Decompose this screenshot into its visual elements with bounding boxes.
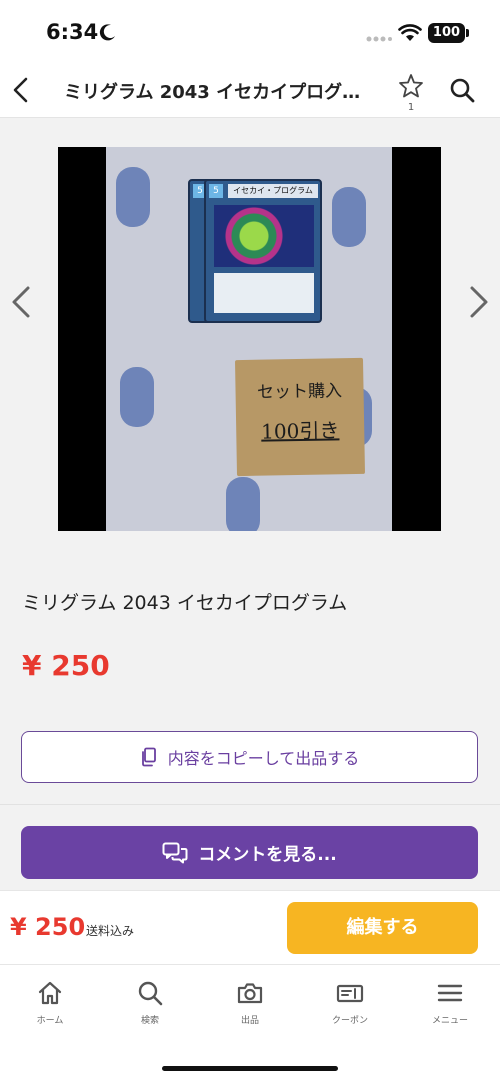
status-time: 6:34: [46, 20, 99, 44]
chat-bubbles-icon: [162, 842, 188, 863]
copy-icon: [141, 747, 156, 767]
star-icon: [399, 74, 423, 98]
battery-tip: [466, 29, 469, 37]
section-divider: [0, 804, 500, 805]
card-text-box: [214, 273, 314, 313]
tab-menu[interactable]: メニュー: [400, 979, 500, 1039]
photo-decoration: [116, 167, 150, 227]
tab-sell[interactable]: 出品: [200, 979, 300, 1039]
tab-search[interactable]: 検索: [100, 979, 200, 1039]
gallery-prev-button[interactable]: [8, 282, 34, 322]
card-artwork: [214, 205, 314, 267]
tab-home[interactable]: ホーム: [0, 979, 100, 1039]
bottom-tab-bar: ホーム 検索 出品 クーポン メニュー: [0, 964, 500, 1080]
battery-indicator: 100: [428, 23, 465, 43]
tab-label: クーポン: [331, 1016, 368, 1026]
copy-listing-label: 内容をコピーして出品する: [167, 749, 360, 768]
photo-decoration: [332, 187, 366, 247]
tab-label: ホーム: [36, 1016, 64, 1026]
photo-background: 5 5 イセカイ・プログラム セット購入 100引き: [106, 147, 392, 531]
photo-decoration: [120, 367, 154, 427]
favorite-button[interactable]: 1: [396, 72, 426, 116]
home-icon: [38, 981, 62, 1005]
card-cost: 5: [209, 184, 223, 198]
trading-card-front: 5 イセカイ・プログラム: [204, 179, 322, 323]
home-indicator: [162, 1066, 338, 1071]
edit-button[interactable]: 編集する: [287, 902, 478, 954]
favorite-count: 1: [407, 102, 415, 113]
gallery-next-button[interactable]: [466, 282, 492, 322]
item-photo[interactable]: 5 5 イセカイ・プログラム セット購入 100引き: [58, 147, 441, 531]
tab-label: 検索: [140, 1016, 159, 1026]
note-line-1: セット購入: [256, 381, 343, 403]
coupon-icon: [336, 984, 364, 1003]
shipping-label: 送料込み: [86, 924, 135, 938]
signal-icon: [366, 36, 392, 42]
chevron-left-icon: [13, 77, 28, 103]
tab-label: メニュー: [431, 1016, 468, 1026]
status-bar: 6:34 100: [0, 0, 500, 62]
chevron-left-icon: [12, 286, 30, 318]
chevron-right-icon: [470, 286, 488, 318]
handwritten-note: セット購入 100引き: [234, 357, 366, 477]
purchase-bar: ¥ 250 送料込み 編集する: [0, 890, 500, 964]
item-price: ¥ 250: [22, 649, 110, 682]
bar-price: ¥ 250: [10, 913, 86, 941]
view-comments-button[interactable]: コメントを見る...: [21, 826, 478, 879]
note-line-2: 100引き: [260, 418, 340, 444]
search-icon: [450, 78, 475, 103]
page-title: ミリグラム 2043 イセカイプログラム: [64, 82, 376, 103]
search-icon: [138, 981, 163, 1006]
card-name: イセカイ・プログラム: [228, 184, 318, 198]
tab-label: 出品: [240, 1016, 259, 1026]
copy-listing-button[interactable]: 内容をコピーして出品する: [21, 731, 478, 783]
back-button[interactable]: [8, 74, 36, 106]
wifi-icon: [398, 24, 422, 41]
menu-icon: [437, 984, 463, 1002]
image-gallery[interactable]: 5 5 イセカイ・プログラム セット購入 100引き: [0, 118, 500, 558]
view-comments-label: コメントを見る...: [198, 845, 337, 865]
moon-icon: [99, 24, 115, 41]
item-title: ミリグラム 2043 イセカイプログラム: [22, 592, 348, 614]
search-button[interactable]: [448, 76, 476, 104]
tab-coupon[interactable]: クーポン: [300, 979, 400, 1039]
camera-icon: [237, 983, 263, 1004]
nav-header: ミリグラム 2043 イセカイプログラム 1: [0, 62, 500, 118]
photo-decoration: [226, 477, 260, 531]
